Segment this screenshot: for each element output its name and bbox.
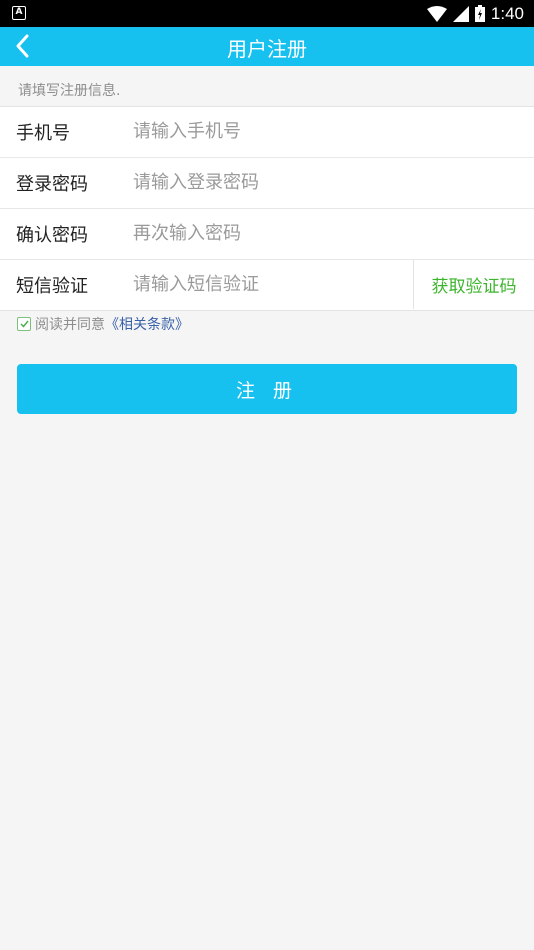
app-notification-icon: A [12,6,26,20]
status-indicators: 1:40 [426,0,524,27]
get-sms-code-button[interactable]: 获取验证码 [413,260,534,309]
status-time: 1:40 [490,3,524,23]
status-bar: A 1:40 [0,0,534,27]
terms-link[interactable]: 《相关条款》 [105,314,189,334]
confirm-password-label: 确认密码 [16,225,88,246]
form-hint: 请填写注册信息. [18,83,121,99]
password-row: 登录密码 [0,158,534,209]
sms-code-input[interactable] [133,260,403,309]
agreement-text: 阅读并同意 [35,317,105,333]
password-input[interactable] [133,158,403,207]
nav-bar: 用户注册 [0,27,534,66]
wifi-icon [426,5,447,22]
register-button[interactable]: 注 册 [17,364,517,414]
check-icon [19,320,29,328]
phone-input[interactable] [133,107,403,156]
registration-form: 手机号 登录密码 确认密码 短信验证 获取验证码 [0,106,534,311]
phone-label: 手机号 [16,123,70,144]
sms-code-row: 短信验证 获取验证码 [0,260,534,310]
signal-icon [452,5,469,22]
password-label: 登录密码 [16,174,88,195]
agreement: 阅读并同意 《相关条款》 [17,314,189,334]
page-title: 用户注册 [227,37,307,61]
agreement-checkbox[interactable] [17,317,31,331]
sms-code-label: 短信验证 [16,276,88,297]
confirm-password-row: 确认密码 [0,209,534,260]
battery-icon [474,5,485,22]
confirm-password-input[interactable] [133,209,403,258]
phone-row: 手机号 [0,107,534,158]
